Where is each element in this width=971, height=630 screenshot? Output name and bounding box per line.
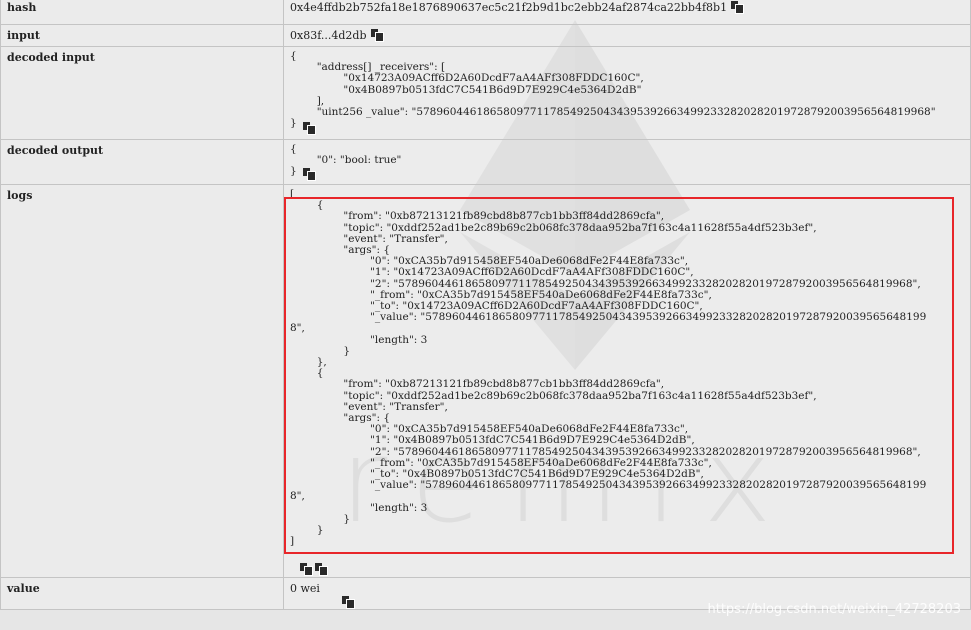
- decoded-output-label: decoded output: [0, 139, 284, 185]
- input-value: 0x83f...4d2db: [290, 29, 367, 42]
- copy-decoded-output-icon[interactable]: [302, 167, 316, 181]
- hash-value: 0x4e4ffdb2b752fa18e1876890637ec5c21f2b9d…: [290, 1, 728, 14]
- hash-label: hash: [0, 0, 284, 25]
- logs-cell: [ { "from": "0xb87213121fb89cbd8b877cb1b…: [283, 184, 971, 578]
- value-amount: 0 wei: [290, 582, 320, 595]
- copy-logs-json-icon[interactable]: [315, 563, 328, 576]
- decoded-input-label: decoded input: [0, 46, 284, 140]
- copy-value-icon[interactable]: [342, 596, 355, 609]
- hash-cell: 0x4e4ffdb2b752fa18e1876890637ec5c21f2b9d…: [283, 0, 971, 25]
- csdn-footer-watermark: https://blog.csdn.net/weixin_42728203: [707, 602, 961, 617]
- copy-logs-icon[interactable]: [300, 563, 313, 576]
- transaction-details-table: hash 0x4e4ffdb2b752fa18e1876890637ec5c21…: [0, 0, 971, 610]
- decoded-output-cell: { "0": "bool: true" }: [283, 139, 971, 185]
- row-decoded-output: decoded output { "0": "bool: true" }: [0, 139, 971, 185]
- decoded-input-cell: { "address[] _receivers": [ "0x14723A09A…: [283, 46, 971, 140]
- row-decoded-input: decoded input { "address[] _receivers": …: [0, 46, 971, 140]
- logs-json: [ { "from": "0xb87213121fb89cbd8b877cb1b…: [290, 188, 927, 548]
- decoded-output-json: { "0": "bool: true" }: [290, 143, 402, 178]
- row-hash: hash 0x4e4ffdb2b752fa18e1876890637ec5c21…: [0, 0, 971, 25]
- copy-hash-icon[interactable]: [731, 1, 745, 14]
- row-input: input 0x83f...4d2db: [0, 24, 971, 47]
- value-label: value: [0, 577, 284, 610]
- logs-label: logs: [0, 184, 284, 578]
- copy-input-icon[interactable]: [370, 29, 384, 42]
- row-logs: logs [ { "from": "0xb87213121fb89cbd8b87…: [0, 184, 971, 578]
- decoded-input-json: { "address[] _receivers": [ "0x14723A09A…: [290, 50, 936, 130]
- copy-decoded-input-icon[interactable]: [302, 121, 316, 135]
- input-label: input: [0, 24, 284, 47]
- input-cell: 0x83f...4d2db: [283, 24, 971, 47]
